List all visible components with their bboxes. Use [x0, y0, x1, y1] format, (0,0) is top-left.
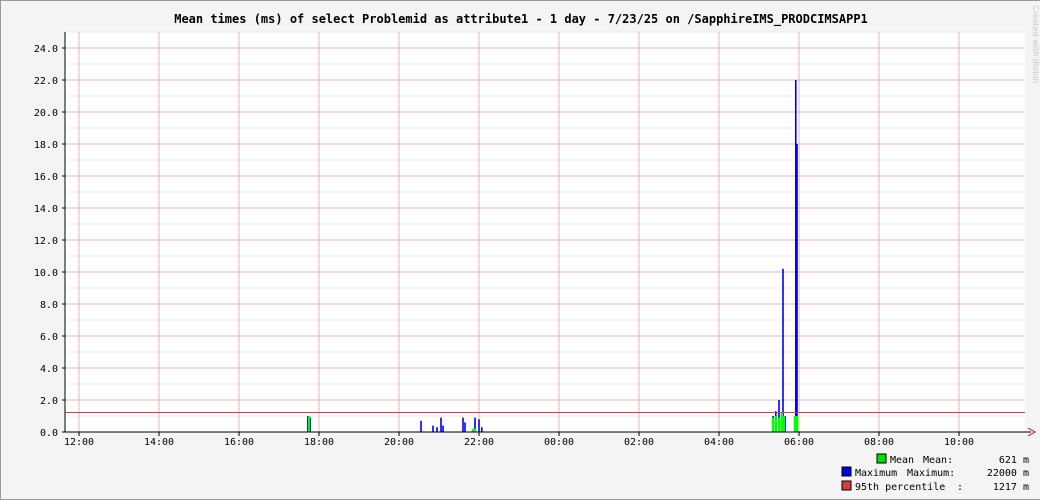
watermark-text: Created with JRobin — [1031, 5, 1040, 84]
bar-maximum — [420, 420, 422, 432]
x-tick-label: 20:00 — [384, 437, 414, 448]
legend-swatch-mean — [876, 453, 887, 464]
bar-maximum — [440, 417, 442, 432]
bar-mean — [774, 416, 777, 432]
bar-mean — [307, 416, 311, 432]
y-tick-label: 16.0 — [34, 172, 58, 183]
y-tick-label: 14.0 — [34, 204, 58, 215]
x-axis-ticks: 12:00 14:00 16:00 18:00 20:00 22:00 00:00 02:00… — [64, 432, 974, 448]
y-tick-label: 8.0 — [40, 300, 58, 311]
y-tick-label: 22.0 — [34, 76, 58, 87]
y-axis-ticks: 0.0 2.0 4.0 6.0 8.0 10.0 12.0 14.0 16.0 18.0 20.0 2… — [34, 44, 65, 439]
x-tick-label: 22:00 — [464, 437, 494, 448]
x-tick-label: 04:00 — [704, 437, 734, 448]
x-tick-label: 12:00 — [64, 437, 94, 448]
y-tick-label: 18.0 — [34, 140, 58, 151]
bar-maximum — [782, 268, 784, 432]
bar-mean — [782, 416, 785, 432]
bar-mean — [777, 417, 781, 432]
bar-maximum — [478, 419, 480, 432]
chart-canvas: Mean times (ms) of select Problemid as a… — [34, 5, 1040, 493]
chart-title: Mean times (ms) of select Problemid as a… — [174, 12, 868, 27]
legend-value-maximum: 22000 m — [987, 468, 1029, 479]
legend-item-maximum: Maximum Maximum: 22000 m — [841, 466, 1029, 479]
x-tick-label: 08:00 — [864, 437, 894, 448]
legend-swatch-maximum — [841, 466, 852, 477]
legend-item-mean: Mean Mean: 621 m — [876, 453, 1029, 466]
chart-frame: Mean times (ms) of select Problemid as a… — [0, 0, 1040, 500]
bar-mean — [771, 417, 775, 432]
bar-maximum — [442, 425, 444, 432]
y-tick-label: 6.0 — [40, 332, 58, 343]
bar-maximum — [796, 144, 798, 432]
legend-stat-name-percentile-95: : — [957, 482, 963, 493]
bar-maximum — [436, 427, 438, 432]
y-tick-label: 0.0 — [40, 428, 58, 439]
x-tick-label: 02:00 — [624, 437, 654, 448]
bar-maximum — [481, 427, 483, 432]
legend-swatch-percentile-95 — [841, 480, 852, 491]
legend-label-percentile-95: 95th percentile — [855, 482, 945, 493]
bar-maximum — [462, 417, 464, 432]
legend-stat-name-mean: Mean: — [923, 455, 953, 466]
y-tick-label: 12.0 — [34, 236, 58, 247]
x-tick-label: 18:00 — [304, 437, 334, 448]
y-tick-label: 4.0 — [40, 364, 58, 375]
y-tick-label: 24.0 — [34, 44, 58, 55]
x-tick-label: 10:00 — [944, 437, 974, 448]
bar-maximum — [432, 425, 434, 432]
legend-stat-name-maximum: Maximum: — [907, 468, 955, 479]
x-tick-label: 14:00 — [144, 437, 174, 448]
legend-label-maximum: Maximum — [855, 468, 897, 479]
x-tick-label: 00:00 — [544, 437, 574, 448]
y-tick-label: 10.0 — [34, 268, 58, 279]
x-tick-label: 16:00 — [224, 437, 254, 448]
y-tick-label: 20.0 — [34, 108, 58, 119]
legend-item-percentile-95: 95th percentile : 1217 m — [841, 480, 1029, 493]
legend-value-percentile-95: 1217 m — [993, 482, 1029, 493]
legend: Mean Mean: 621 m Maximum Maximum: 22000 … — [841, 453, 1029, 493]
x-tick-label: 06:00 — [784, 437, 814, 448]
plot-area — [65, 32, 1025, 432]
bar-maximum — [464, 422, 466, 432]
bar-mean — [795, 416, 799, 432]
legend-label-mean: Mean — [890, 455, 914, 466]
legend-value-mean: 621 m — [999, 455, 1029, 466]
y-tick-label: 2.0 — [40, 396, 58, 407]
